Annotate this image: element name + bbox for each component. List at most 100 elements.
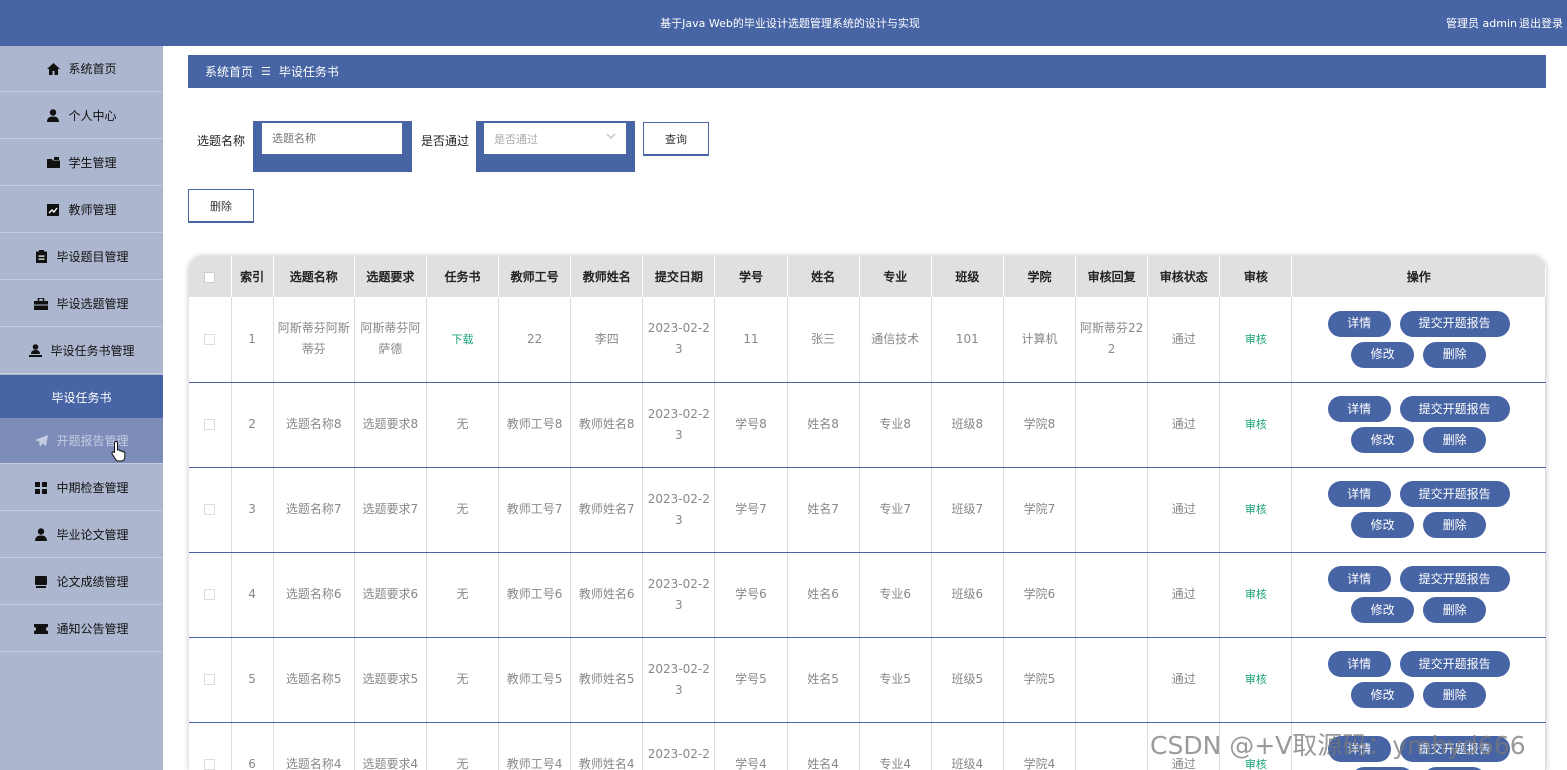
delete-button[interactable]: 删除 — [1423, 427, 1487, 453]
sidebar-item-personal[interactable]: 个人中心 — [0, 93, 163, 139]
select-all-checkbox[interactable] — [204, 271, 216, 283]
detail-button[interactable]: 详情 — [1327, 310, 1391, 337]
detail-button[interactable]: 详情 — [1327, 566, 1391, 592]
cell-college: 学院8 — [1003, 382, 1077, 468]
logout-link[interactable]: 退出登录 — [1519, 15, 1563, 31]
edit-button[interactable]: 修改 — [1351, 341, 1415, 368]
sidebar-item-midterm[interactable]: 中期检查管理 — [0, 465, 163, 511]
topic-name-input[interactable] — [262, 123, 402, 154]
cell-reply — [1075, 637, 1149, 723]
select-all-checkbox-cell[interactable] — [189, 256, 232, 297]
cell-college: 学院6 — [1003, 552, 1077, 638]
cell-sname: 姓名7 — [787, 467, 860, 553]
delete-button[interactable]: 删除 — [1423, 597, 1487, 623]
cell-tname: 教师姓名7 — [570, 467, 644, 553]
cell-name: 阿斯蒂芬阿斯蒂芬 — [273, 297, 355, 383]
sidebar-item-grades[interactable]: 论文成绩管理 — [0, 559, 163, 605]
row-checkbox[interactable] — [204, 759, 216, 770]
cell-task[interactable]: 下载 — [426, 297, 500, 383]
cell-date: 2023-02-23 — [642, 382, 716, 468]
sidebar-item-taskbook-manage[interactable]: 毕设任务书管理 — [0, 328, 163, 374]
cell-audit[interactable]: 审核 — [1219, 382, 1293, 468]
cell-status: 通过 — [1147, 552, 1221, 638]
cell-name: 选题名称6 — [273, 552, 355, 638]
detail-button[interactable]: 详情 — [1327, 396, 1391, 422]
cell-audit[interactable]: 审核 — [1219, 637, 1293, 723]
cell-actions: 详情提交开题报告修改删除 — [1291, 467, 1546, 553]
delete-selected-button[interactable]: 删除 — [188, 189, 254, 223]
pass-status-select[interactable]: 是否通过 — [484, 123, 626, 154]
cell-req: 选题要求6 — [354, 552, 427, 638]
sidebar-item-proposal[interactable]: 开题报告管理 — [0, 418, 163, 464]
cell-date: 2023-02-23 — [642, 467, 716, 553]
sidebar-item-students[interactable]: 学生管理 — [0, 140, 163, 186]
cell-major: 专业4 — [859, 722, 932, 770]
column-header: 提交日期 — [642, 256, 716, 297]
column-header: 选题要求 — [354, 256, 427, 297]
edit-button[interactable]: 修改 — [1351, 597, 1415, 623]
submit-proposal-button[interactable]: 提交开题报告 — [1399, 566, 1510, 592]
delete-button[interactable]: 删除 — [1423, 341, 1487, 368]
sidebar-subitem-taskbook[interactable]: 毕设任务书 — [0, 375, 163, 421]
paper-plane-icon — [34, 434, 48, 448]
edit-button[interactable]: 修改 — [1351, 512, 1415, 538]
row-checkbox[interactable] — [204, 589, 216, 600]
row-checkbox[interactable] — [204, 333, 216, 345]
cell-sid: 学号7 — [714, 467, 788, 553]
cell-task: 无 — [426, 552, 500, 638]
cell-date: 2023-02-23 — [642, 297, 716, 383]
cell-sname: 姓名5 — [787, 637, 860, 723]
folder-icon — [46, 156, 60, 170]
cell-audit[interactable]: 审核 — [1219, 297, 1293, 383]
cell-sname: 张三 — [787, 297, 860, 383]
sidebar-item-label: 论文成绩管理 — [56, 575, 129, 589]
clipboard-icon — [34, 250, 48, 264]
detail-button[interactable]: 详情 — [1327, 651, 1391, 677]
breadcrumb-home[interactable]: 系统首页 — [205, 63, 253, 80]
row-checkbox[interactable] — [204, 504, 216, 515]
detail-button[interactable]: 详情 — [1327, 481, 1391, 507]
cell-sname: 姓名4 — [787, 722, 860, 770]
cell-tid: 22 — [498, 297, 572, 383]
user-icon — [34, 528, 48, 542]
sidebar-item-thesis[interactable]: 毕业论文管理 — [0, 512, 163, 558]
sidebar-item-label: 学生管理 — [68, 156, 117, 170]
edit-button[interactable]: 修改 — [1351, 682, 1415, 708]
table-row: 1 阿斯蒂芬阿斯蒂芬 阿斯蒂芬阿萨德 下载 22 李四 2023-02-23 11 张三 通信技术… — [189, 297, 1546, 383]
table-row: 3 选题名称7 选题要求7 无教师工号7 教师姓名7 2023-02-23 学号7 姓名7 专业… — [189, 467, 1546, 553]
sidebar-item-label: 教师管理 — [68, 203, 117, 217]
sidebar-item-home[interactable]: 系统首页 — [0, 46, 163, 92]
delete-button[interactable]: 删除 — [1423, 512, 1487, 538]
submit-proposal-button[interactable]: 提交开题报告 — [1399, 310, 1510, 337]
sidebar-item-topics[interactable]: 毕设题目管理 — [0, 234, 163, 280]
cell-actions: 详情提交开题报告修改删除 — [1291, 382, 1546, 468]
table-header-row: 索引 选题名称 选题要求 任务书 教师工号 教师姓名 提交日期 学号 姓名 专业 班级 学院 审核回复审… — [189, 256, 1546, 297]
sidebar-item-notices[interactable]: 通知公告管理 — [0, 606, 163, 652]
book-icon — [34, 575, 48, 589]
sidebar-item-label: 通知公告管理 — [56, 622, 129, 636]
cell-reply — [1075, 467, 1149, 553]
cell-audit[interactable]: 审核 — [1219, 467, 1293, 553]
delete-button[interactable]: 删除 — [1423, 682, 1487, 708]
top-header: 基于Java Web的毕业设计选题管理系统的设计与实现 管理员 admin 退出… — [0, 0, 1567, 46]
column-header: 学院 — [1003, 256, 1077, 297]
submit-proposal-button[interactable]: 提交开题报告 — [1399, 481, 1510, 507]
row-checkbox[interactable] — [204, 419, 216, 430]
sidebar-item-selection[interactable]: 毕设选题管理 — [0, 281, 163, 327]
cell-tid: 教师工号4 — [498, 722, 572, 770]
query-button[interactable]: 查询 — [643, 122, 709, 156]
cell-audit[interactable]: 审核 — [1219, 552, 1293, 638]
edit-button[interactable]: 修改 — [1351, 427, 1415, 453]
submit-proposal-button[interactable]: 提交开题报告 — [1399, 651, 1510, 677]
ticket-icon — [34, 622, 49, 636]
cell-index: 5 — [231, 637, 274, 723]
submit-proposal-button[interactable]: 提交开题报告 — [1399, 396, 1510, 422]
sidebar-item-teachers[interactable]: 教师管理 — [0, 187, 163, 233]
row-checkbox-cell — [189, 552, 232, 638]
app-title: 基于Java Web的毕业设计选题管理系统的设计与实现 — [660, 17, 920, 30]
cell-tname: 李四 — [570, 297, 644, 383]
row-checkbox[interactable] — [204, 674, 216, 685]
column-header: 索引 — [231, 256, 274, 297]
cell-req: 选题要求8 — [354, 382, 427, 468]
cell-sid: 学号4 — [714, 722, 788, 770]
